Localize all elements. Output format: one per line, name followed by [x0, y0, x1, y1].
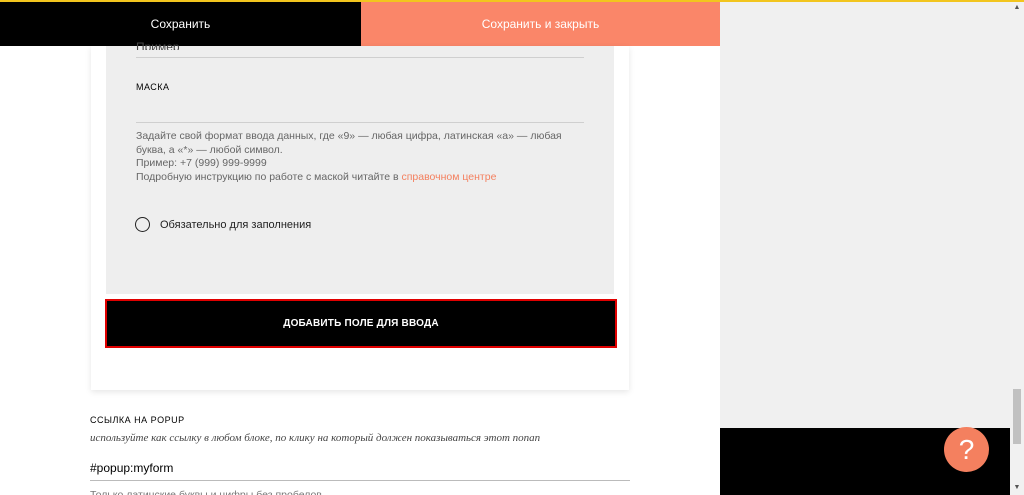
mask-help-line-1: Задайте свой формат ввода данных, где «9… — [136, 130, 562, 156]
mask-help-line-3: Подробную инструкцию по работе с маской … — [136, 170, 402, 183]
scrollbar-thumb[interactable] — [1013, 389, 1021, 444]
question-icon: ? — [958, 433, 975, 465]
preview-panel — [720, 2, 1010, 428]
help-center-link[interactable]: справочном центре — [401, 171, 496, 183]
previous-field-underline — [136, 57, 584, 58]
previous-field-value: Пример — [136, 40, 180, 50]
popup-link-note: Только латинские буквы и цифры без пробе… — [90, 489, 322, 495]
mask-help-line-2: Пример: +7 (999) 999-9999 — [136, 157, 267, 169]
mask-label: МАСКА — [136, 82, 170, 92]
add-input-field-button[interactable]: ДОБАВИТЬ ПОЛЕ ДЛЯ ВВОДА — [105, 299, 617, 348]
mask-help-text: Задайте свой формат ввода данных, где «9… — [136, 130, 586, 184]
popup-link-label: ССЫЛКА НА POPUP — [90, 415, 185, 425]
popup-link-input[interactable] — [90, 456, 630, 481]
required-checkbox[interactable] — [135, 217, 150, 232]
save-button[interactable]: Сохранить — [0, 2, 361, 46]
mask-input[interactable] — [136, 96, 584, 123]
scroll-down-arrow-icon[interactable]: ▼ — [1010, 483, 1024, 493]
required-checkbox-label: Обязательно для заполнения — [160, 219, 312, 231]
help-button[interactable]: ? — [944, 427, 989, 472]
scroll-up-arrow-icon[interactable]: ▲ — [1010, 3, 1024, 13]
save-and-close-button[interactable]: Сохранить и закрыть — [361, 2, 720, 46]
popup-link-hint: используйте как ссылку в любом блоке, по… — [90, 432, 541, 444]
